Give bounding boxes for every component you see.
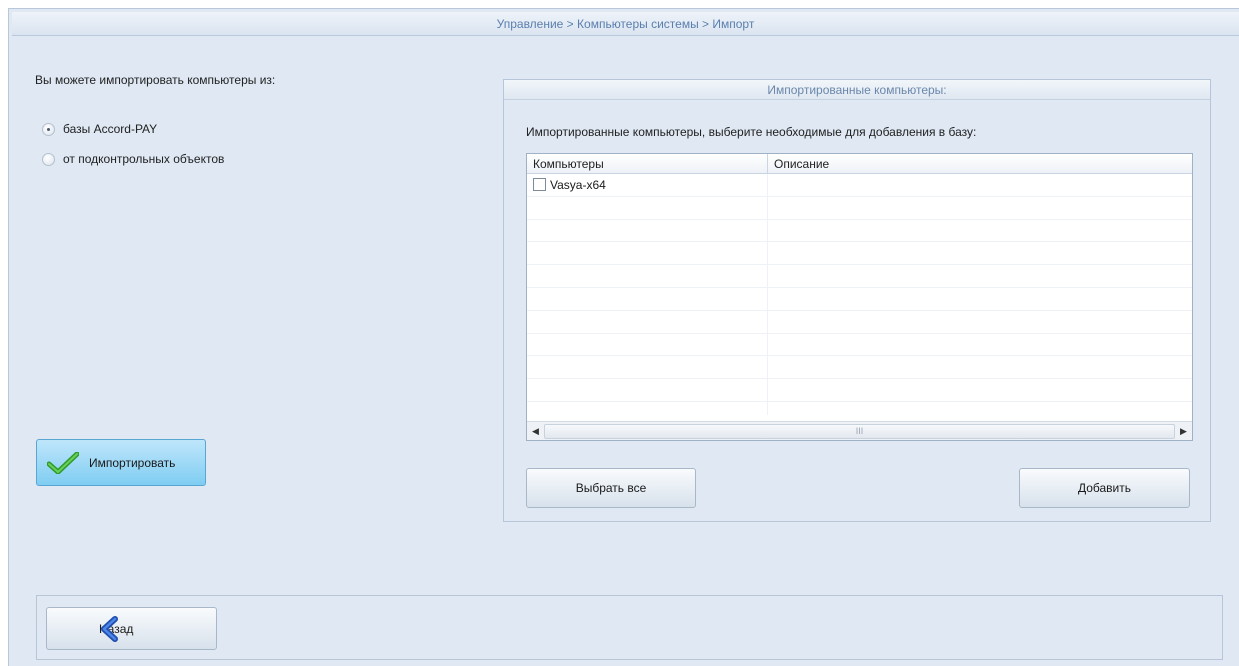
radio-label-controlled-objects: от подконтрольных объектов <box>63 152 225 166</box>
horizontal-scrollbar[interactable]: ◀ III ▶ <box>527 421 1192 440</box>
computers-table: Компьютеры Описание Vasya-x64 ◀ III ▶ <box>526 153 1193 441</box>
radio-label-accord-pay: базы Accord-PAY <box>63 122 158 136</box>
radio-accord-pay[interactable]: базы Accord-PAY <box>42 121 157 137</box>
table-row-empty <box>527 379 1192 402</box>
table-row-empty <box>527 242 1192 266</box>
back-button[interactable]: Назад <box>46 607 217 650</box>
table-row-empty <box>527 219 1192 243</box>
computer-name: Vasya-x64 <box>550 177 606 192</box>
chevron-left-icon <box>101 615 118 642</box>
column-header-description[interactable]: Описание <box>768 154 1192 173</box>
breadcrumb-text: Управление > Компьютеры системы > Импорт <box>496 17 755 31</box>
scroll-left-icon[interactable]: ◀ <box>527 423 544 440</box>
import-source-label: Вы можете импортировать компьютеры из: <box>35 73 276 87</box>
panel-description: Импортированные компьютеры, выберите нео… <box>526 125 977 139</box>
table-row-empty <box>527 401 1192 415</box>
add-button[interactable]: Добавить <box>1019 468 1190 508</box>
table-header: Компьютеры Описание <box>527 154 1192 174</box>
import-button-label: Импортировать <box>89 455 176 470</box>
column-header-computers[interactable]: Компьютеры <box>527 154 768 173</box>
add-label: Добавить <box>1077 481 1132 495</box>
radio-controlled-objects[interactable]: от подконтрольных объектов <box>42 151 224 167</box>
computer-cell: Vasya-x64 <box>527 174 768 196</box>
imported-computers-panel: Импортированные компьютеры: Импортирован… <box>503 79 1211 522</box>
table-row[interactable]: Vasya-x64 <box>527 174 1192 197</box>
select-all-button[interactable]: Выбрать все <box>526 468 696 508</box>
breadcrumb: Управление > Компьютеры системы > Импорт <box>12 12 1239 36</box>
checkmark-icon <box>47 451 79 474</box>
table-row-empty <box>527 196 1192 220</box>
scroll-thumb[interactable]: III <box>544 423 1175 439</box>
radio-button-selected[interactable] <box>42 122 55 136</box>
table-body: Vasya-x64 <box>527 174 1192 415</box>
table-row-empty <box>527 287 1192 311</box>
table-row-empty <box>527 333 1192 357</box>
scroll-right-icon[interactable]: ▶ <box>1175 423 1192 440</box>
radio-button-unselected[interactable] <box>42 152 55 166</box>
scroll-track[interactable]: III <box>544 423 1175 440</box>
table-row-empty <box>527 310 1192 334</box>
import-button[interactable]: Импортировать <box>36 439 206 486</box>
panel-title: Импортированные компьютеры: <box>504 80 1210 100</box>
table-row-empty <box>527 265 1192 288</box>
select-all-label: Выбрать все <box>575 481 647 495</box>
description-cell <box>768 174 1192 196</box>
scroll-grip: III <box>855 426 864 436</box>
row-checkbox[interactable] <box>533 178 546 192</box>
table-row-empty <box>527 356 1192 380</box>
